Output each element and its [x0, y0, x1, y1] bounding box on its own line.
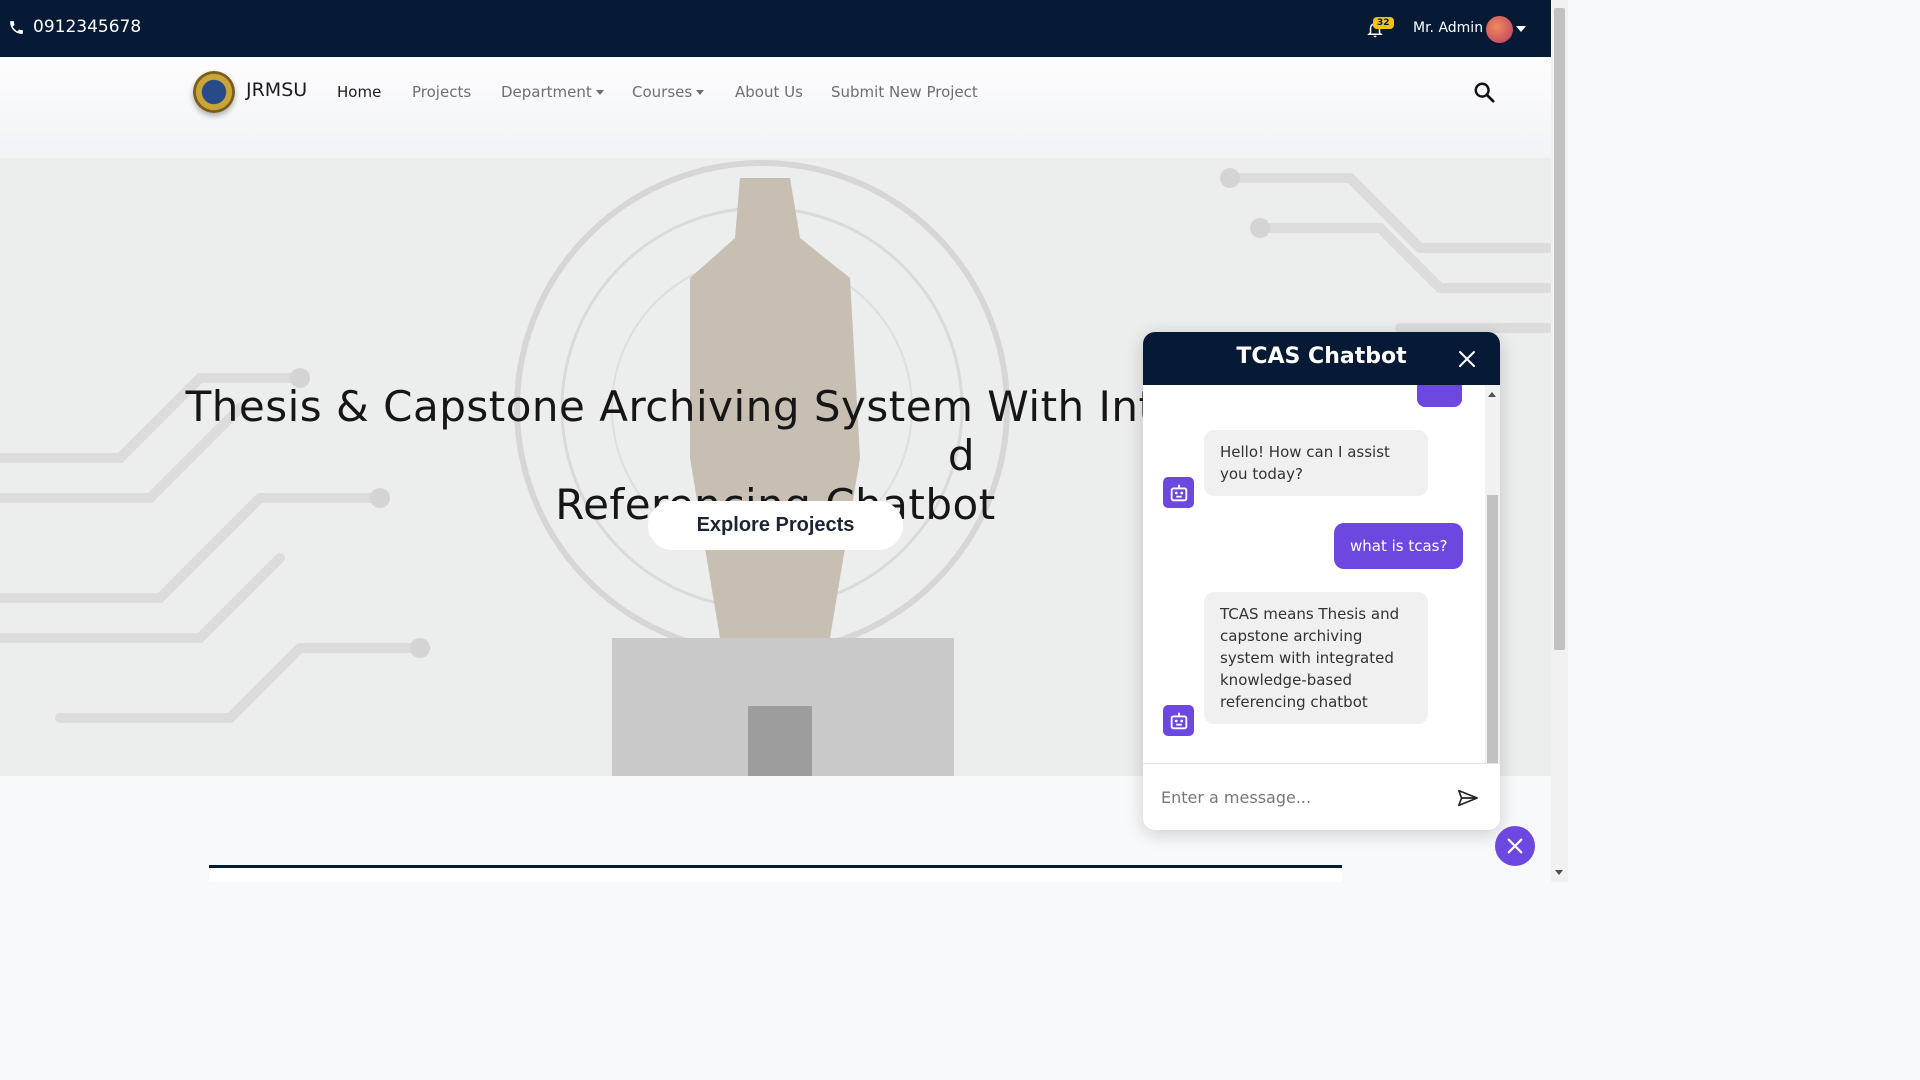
bot-message: TCAS means Thesis and capstone archiving… — [1204, 592, 1428, 724]
nav-label: Projects — [412, 83, 472, 101]
chevron-down-icon[interactable] — [1516, 26, 1526, 32]
nav-item-projects[interactable]: Projects — [412, 83, 471, 101]
explore-projects-button[interactable]: Explore Projects — [648, 501, 903, 550]
nav-item-home[interactable]: Home — [337, 83, 381, 101]
avatar[interactable] — [1486, 16, 1513, 43]
scroll-up-arrow[interactable] — [1488, 392, 1496, 397]
bot-icon — [1170, 712, 1187, 729]
hero-title-line1-end: d — [947, 431, 976, 480]
phone-contact[interactable]: 0912345678 — [8, 17, 141, 37]
nav-label: Submit New Project — [831, 83, 978, 101]
nav-item-department[interactable]: Department — [501, 83, 604, 101]
main-navbar: JRMSU Home Projects Department Courses A… — [0, 57, 1551, 158]
chat-scrollbar[interactable] — [1485, 385, 1500, 763]
chatbot-window: TCAS Chatbot Hello! How can I assist you… — [1143, 332, 1500, 830]
chat-messages[interactable]: Hello! How can I assist you today? what … — [1143, 385, 1500, 763]
bot-icon — [1170, 484, 1187, 501]
university-logo[interactable] — [193, 71, 235, 113]
chevron-down-icon — [696, 89, 705, 95]
close-icon — [1507, 838, 1523, 854]
nav-item-courses[interactable]: Courses — [632, 83, 705, 101]
bot-message: Hello! How can I assist you today? — [1204, 430, 1428, 496]
close-icon[interactable] — [1457, 349, 1477, 369]
scroll-down-arrow[interactable] — [1555, 870, 1563, 875]
nav-item-submit-project[interactable]: Submit New Project — [831, 83, 978, 101]
chevron-down-icon — [595, 89, 604, 95]
user-message: what is tcas? — [1334, 523, 1464, 569]
nav-label: Home — [337, 83, 382, 101]
nav-label: Department — [501, 83, 592, 101]
top-bar: 0912345678 32 Mr. Admin — [0, 0, 1551, 57]
chat-toggle-button[interactable] — [1495, 826, 1535, 866]
nav-item-about-us[interactable]: About Us — [735, 83, 803, 101]
nav-label: About Us — [735, 83, 803, 101]
page-scrollbar[interactable] — [1551, 0, 1568, 882]
phone-number: 0912345678 — [33, 17, 142, 37]
send-icon[interactable] — [1457, 788, 1479, 808]
chat-input-area — [1143, 763, 1500, 830]
notification-badge: 32 — [1373, 17, 1394, 29]
brand-name[interactable]: JRMSU — [246, 79, 307, 101]
content-card — [209, 868, 1342, 882]
chatbot-header: TCAS Chatbot — [1143, 332, 1500, 385]
bot-avatar — [1163, 477, 1194, 508]
scrollbar-thumb[interactable] — [1554, 8, 1565, 650]
search-icon[interactable] — [1473, 81, 1495, 103]
chatbot-title: TCAS Chatbot — [1236, 344, 1407, 369]
bot-avatar — [1163, 705, 1194, 736]
user-name[interactable]: Mr. Admin — [1413, 20, 1483, 36]
phone-icon — [10, 20, 23, 34]
scrollbar-thumb[interactable] — [1487, 495, 1498, 763]
user-message-partial — [1417, 385, 1462, 407]
message-input[interactable] — [1161, 782, 1441, 812]
nav-label: Courses — [632, 83, 693, 101]
